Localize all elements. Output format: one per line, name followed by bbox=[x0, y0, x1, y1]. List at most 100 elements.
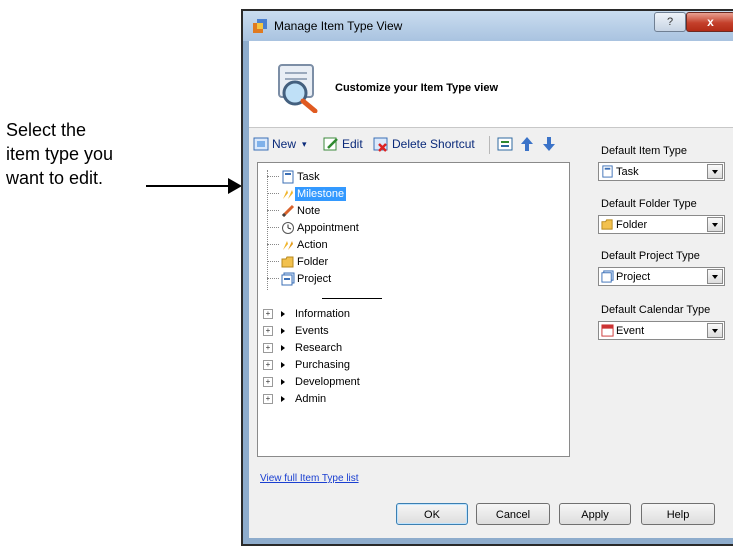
view-toggle-button[interactable] bbox=[497, 136, 513, 152]
new-button-label: New bbox=[272, 137, 297, 151]
new-button[interactable]: New ▾ bbox=[253, 136, 307, 152]
move-up-button[interactable] bbox=[519, 136, 535, 152]
move-down-button[interactable] bbox=[541, 136, 557, 152]
tree-group-events[interactable]: + Events bbox=[263, 322, 331, 339]
default-project-type-label: Default Project Type bbox=[601, 250, 700, 262]
tree-item-label: Project bbox=[297, 272, 332, 285]
help-button[interactable]: Help bbox=[641, 503, 715, 525]
tree-group-divider bbox=[322, 298, 382, 299]
close-button[interactable]: x bbox=[686, 12, 733, 32]
tree-group-admin[interactable]: + Admin bbox=[263, 390, 328, 407]
help-title-button[interactable]: ? bbox=[654, 12, 686, 32]
default-item-type-label: Default Item Type bbox=[601, 145, 688, 157]
default-folder-type-select[interactable]: Folder bbox=[598, 215, 725, 234]
calendar-event-icon bbox=[601, 324, 614, 337]
tree-item-action[interactable]: Action bbox=[267, 236, 330, 253]
tree-item-label: Action bbox=[297, 238, 328, 251]
cancel-button[interactable]: Cancel bbox=[476, 503, 550, 525]
tree-group-label: Development bbox=[295, 375, 360, 388]
triangle-icon bbox=[281, 310, 285, 317]
default-item-type-select[interactable]: Task bbox=[598, 162, 725, 181]
expand-icon[interactable]: + bbox=[263, 342, 273, 353]
tree-group-research[interactable]: + Research bbox=[263, 339, 344, 356]
default-calendar-type-value: Event bbox=[616, 324, 645, 337]
default-project-type-select[interactable]: Project bbox=[598, 267, 725, 286]
chevron-down-icon[interactable] bbox=[707, 217, 723, 232]
clock-icon bbox=[282, 221, 294, 234]
tree-item-label: Appointment bbox=[297, 221, 359, 234]
tree-group-label: Information bbox=[295, 307, 351, 320]
default-calendar-type-label: Default Calendar Type bbox=[601, 304, 711, 316]
milestone-icon bbox=[283, 189, 293, 199]
grid-view-icon bbox=[497, 137, 513, 151]
tree-item-folder[interactable]: Folder bbox=[267, 253, 330, 270]
triangle-icon bbox=[281, 378, 285, 385]
dialog-client-area: Customize your Item Type view New ▾ Edit bbox=[249, 41, 733, 538]
tree-group-label: Events bbox=[295, 324, 329, 337]
pencil-note-icon bbox=[281, 204, 295, 217]
header-title: Customize your Item Type view bbox=[335, 82, 499, 94]
tree-item-label: Task bbox=[297, 170, 320, 183]
triangle-icon bbox=[281, 395, 285, 402]
tree-item-note[interactable]: Note bbox=[267, 202, 322, 219]
task-icon bbox=[602, 165, 613, 178]
edit-button[interactable]: Edit bbox=[323, 136, 363, 152]
callout-text: Select the item type you want to edit. bbox=[6, 118, 113, 190]
triangle-icon bbox=[281, 327, 285, 334]
edit-icon bbox=[323, 137, 338, 151]
tree-group-label: Purchasing bbox=[295, 358, 351, 371]
tree-item-task[interactable]: Task bbox=[267, 168, 322, 185]
expand-icon[interactable]: + bbox=[263, 393, 273, 404]
edit-button-label: Edit bbox=[342, 137, 363, 151]
folder-icon bbox=[601, 219, 613, 230]
default-project-type-value: Project bbox=[616, 270, 651, 283]
title-bar[interactable]: Manage Item Type View ? x bbox=[243, 11, 733, 41]
chevron-down-icon[interactable] bbox=[707, 323, 723, 338]
header-band: Customize your Item Type view bbox=[249, 41, 733, 128]
project-icon bbox=[601, 270, 614, 283]
arrow-down-icon bbox=[543, 137, 555, 151]
delete-shortcut-button[interactable]: Delete Shortcut bbox=[373, 136, 475, 152]
tree-item-label: Note bbox=[297, 204, 321, 217]
default-folder-type-label: Default Folder Type bbox=[601, 198, 697, 210]
project-icon bbox=[281, 272, 295, 285]
expand-icon[interactable]: + bbox=[263, 308, 273, 319]
default-item-type-value: Task bbox=[616, 165, 639, 178]
folder-icon bbox=[281, 256, 294, 267]
default-calendar-type-select[interactable]: Event bbox=[598, 321, 725, 340]
tree-group-information[interactable]: + Information bbox=[263, 305, 352, 322]
tree-item-label: Milestone bbox=[295, 186, 347, 201]
scroll-magnifier-icon bbox=[278, 64, 318, 113]
new-item-icon bbox=[253, 137, 269, 151]
tree-item-milestone[interactable]: Milestone bbox=[267, 185, 347, 202]
manage-item-type-dialog: Manage Item Type View ? x Customize your… bbox=[241, 9, 733, 546]
window-title: Manage Item Type View bbox=[274, 19, 403, 33]
toolbar-separator bbox=[489, 136, 490, 154]
tree-group-label: Admin bbox=[295, 392, 327, 405]
chevron-down-icon[interactable] bbox=[707, 164, 723, 179]
tree-item-appointment[interactable]: Appointment bbox=[267, 219, 361, 236]
ok-button[interactable]: OK bbox=[396, 503, 468, 525]
tree-item-project[interactable]: Project bbox=[267, 270, 333, 287]
action-icon bbox=[283, 240, 293, 250]
tree-group-development[interactable]: + Development bbox=[263, 373, 362, 390]
delete-shortcut-icon bbox=[373, 137, 388, 152]
expand-icon[interactable]: + bbox=[263, 359, 273, 370]
view-full-item-type-list-link[interactable]: View full Item Type list bbox=[260, 473, 359, 484]
triangle-icon bbox=[281, 361, 285, 368]
callout-arrow-head bbox=[228, 178, 242, 194]
expand-icon[interactable]: + bbox=[263, 325, 273, 336]
tree-group-purchasing[interactable]: + Purchasing bbox=[263, 356, 352, 373]
default-folder-type-value: Folder bbox=[616, 218, 648, 231]
chevron-down-icon[interactable]: ▾ bbox=[302, 139, 307, 150]
triangle-icon bbox=[281, 344, 285, 351]
callout-line: want to edit. bbox=[6, 168, 104, 188]
callout-line: Select the bbox=[6, 120, 87, 140]
chevron-down-icon[interactable] bbox=[707, 269, 723, 284]
apply-button[interactable]: Apply bbox=[559, 503, 631, 525]
tree-group-label: Research bbox=[295, 341, 343, 354]
callout-line: item type you bbox=[6, 144, 114, 164]
app-icon bbox=[253, 19, 267, 33]
expand-icon[interactable]: + bbox=[263, 376, 273, 387]
item-type-tree[interactable]: Task Milestone Note Appointment Action F… bbox=[257, 162, 570, 457]
